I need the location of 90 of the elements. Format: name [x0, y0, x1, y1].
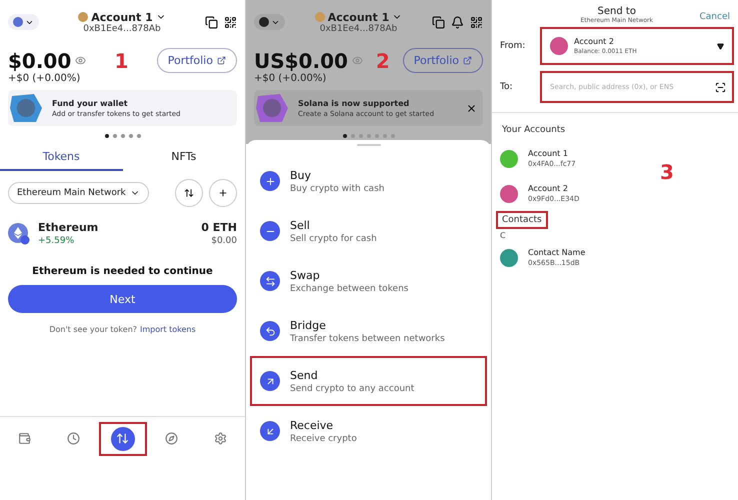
tab[interactable]: Tokens	[0, 144, 122, 171]
network-filter[interactable]: Ethereum Main Network	[8, 182, 149, 204]
external-link-icon	[463, 56, 472, 65]
copy-icon[interactable]	[432, 16, 445, 28]
carousel-dot[interactable]	[112, 134, 116, 138]
buy-glyph-icon	[264, 176, 276, 186]
caret-icon	[717, 42, 724, 50]
carousel-dot[interactable]	[128, 134, 132, 138]
action-title: Send	[290, 368, 318, 382]
ethereum-icon	[8, 222, 30, 244]
action-title: Sell	[290, 218, 310, 232]
carousel-dot[interactable]	[104, 134, 108, 138]
plus-icon	[218, 188, 228, 198]
action-title: Receive	[290, 418, 334, 432]
step-number: 2	[376, 48, 390, 72]
token-change: +5.59%	[38, 236, 74, 246]
action-description: Send crypto to any account	[290, 384, 414, 394]
action-description: Exchange between tokens	[290, 284, 408, 294]
activity-icon	[67, 432, 80, 445]
account-address: 0xB1Ee4...878Ab	[83, 24, 161, 34]
send-glyph-icon	[264, 376, 276, 386]
token-amount: 0 ETH	[201, 221, 237, 234]
action-item[interactable]: Buy Buy crypto with cash	[250, 156, 487, 206]
carousel-dot[interactable]	[342, 134, 346, 138]
to-label: To:	[500, 82, 514, 92]
sort-button[interactable]	[175, 179, 203, 207]
nav-trade-button[interactable]	[98, 422, 146, 456]
carousel-dot[interactable]	[136, 134, 140, 138]
account-name: Account 2	[528, 184, 568, 193]
receive-glyph-icon	[264, 426, 276, 436]
external-link-icon	[216, 56, 226, 65]
settings-icon	[214, 432, 227, 445]
action-item[interactable]: Sell Sell crypto for cash	[250, 206, 487, 256]
account-name[interactable]: Account 1	[91, 10, 153, 24]
import-prompt: Don't see your token?	[49, 325, 138, 334]
network-picker[interactable]	[254, 14, 285, 30]
banner-title: Fund your wallet	[52, 98, 129, 108]
next-button[interactable]: Next	[8, 285, 237, 313]
qr-code-icon[interactable]	[470, 16, 483, 28]
action-item[interactable]: Swap Exchange between tokens	[250, 256, 487, 306]
action-title: Swap	[290, 268, 320, 282]
tab[interactable]: NFTs	[122, 144, 245, 171]
sheet-handle	[356, 144, 380, 146]
copy-icon[interactable]	[205, 16, 218, 28]
screen-title: Send to	[598, 6, 636, 17]
bell-icon[interactable]	[451, 16, 464, 28]
account-name: Account 1	[528, 149, 568, 158]
account-address: 0xB1Ee4...878Ab	[320, 24, 398, 34]
cancel-button[interactable]: Cancel	[700, 6, 730, 22]
wallet-icon	[18, 432, 31, 445]
section-heading: Contacts	[496, 211, 548, 229]
qr-code-icon[interactable]	[224, 16, 237, 28]
close-icon[interactable]	[466, 102, 477, 114]
index-letter: C	[499, 231, 507, 240]
portfolio-button[interactable]: Portfolio	[156, 48, 237, 73]
eye-icon[interactable]	[75, 55, 86, 66]
carousel-dot[interactable]	[120, 134, 124, 138]
import-tokens-link[interactable]: Import tokens	[140, 325, 196, 334]
notice-text: Ethereum is needed to continue	[31, 265, 214, 279]
action-description: Buy crypto with cash	[290, 184, 384, 194]
action-title: Buy	[290, 168, 312, 182]
balance: $0.00	[8, 48, 72, 72]
contact-name: Contact Name	[528, 248, 586, 257]
action-title: Bridge	[290, 318, 326, 332]
action-description: Receive crypto	[290, 434, 357, 444]
account-name[interactable]: Account 1	[328, 10, 390, 24]
bridge-glyph-icon	[264, 326, 276, 336]
explore-icon	[165, 432, 178, 445]
action-description: Transfer tokens between networks	[290, 334, 445, 344]
balance-change: +$0 (+0.00%)	[7, 73, 82, 86]
token-name: Ethereum	[38, 221, 98, 234]
token-value: $0.00	[211, 236, 237, 246]
action-item[interactable]: Bridge Transfer tokens between networks	[250, 306, 487, 356]
network-picker[interactable]	[8, 14, 39, 30]
step-number: 3	[660, 160, 674, 184]
sort-icon	[184, 188, 194, 198]
swap-glyph-icon	[264, 276, 276, 286]
balance-change: +$0 (+0.00%)	[253, 73, 328, 86]
step-number: 1	[114, 48, 128, 72]
action-description: Sell crypto for cash	[290, 234, 377, 244]
trade-icon	[116, 432, 129, 445]
balance: US$0.00	[254, 48, 348, 72]
scan-icon[interactable]	[715, 82, 726, 92]
action-item[interactable]: Send Send crypto to any account	[250, 356, 487, 406]
action-item[interactable]: Receive Receive crypto	[250, 406, 487, 456]
section-heading: Your Accounts	[501, 124, 566, 137]
from-label: From:	[500, 41, 526, 51]
token-row[interactable]: Ethereum +5.59% 0 ETH $0.00	[0, 215, 245, 252]
banner-title: Solana is now supported	[298, 98, 410, 108]
account-avatar	[550, 37, 568, 55]
